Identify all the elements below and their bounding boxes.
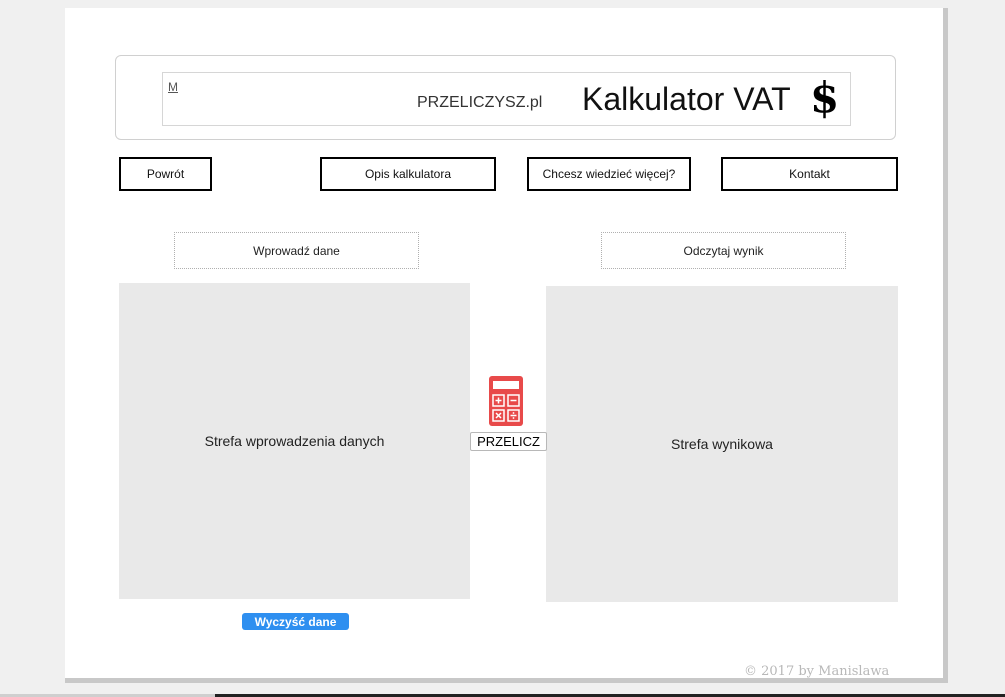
input-section-heading: Wprowadź dane	[174, 232, 419, 269]
app-title: Kalkulator VAT	[582, 81, 791, 117]
dollar-sign-icon: $	[810, 73, 840, 122]
input-zone-label: Strefa wprowadzenia danych	[204, 433, 385, 449]
header: M PRZELICZYSZ.pl Kalkulator VAT $	[115, 55, 896, 140]
contact-button[interactable]: Kontakt	[721, 157, 898, 191]
learn-more-button[interactable]: Chcesz wiedzieć więcej?	[527, 157, 691, 191]
calculate-button[interactable]: PRZELICZ	[470, 432, 547, 451]
brand-mark[interactable]: M	[168, 80, 178, 94]
back-button[interactable]: Powrót	[119, 157, 212, 191]
clear-data-button[interactable]: Wyczyść dane	[242, 613, 349, 630]
calculator-icon[interactable]	[489, 376, 523, 426]
input-zone[interactable]: Strefa wprowadzenia danych	[119, 283, 470, 599]
page-container: M PRZELICZYSZ.pl Kalkulator VAT $ Powrót…	[65, 8, 948, 683]
output-zone: Strefa wynikowa	[546, 286, 898, 602]
output-section-heading: Odczytaj wynik	[601, 232, 846, 269]
description-button[interactable]: Opis kalkulatora	[320, 157, 496, 191]
header-banner: M PRZELICZYSZ.pl Kalkulator VAT $	[162, 72, 851, 126]
site-name: PRZELICZYSZ.pl	[417, 94, 543, 111]
output-zone-label: Strefa wynikowa	[671, 436, 773, 452]
footer-copyright: © 2017 by Manislawa	[744, 664, 890, 679]
